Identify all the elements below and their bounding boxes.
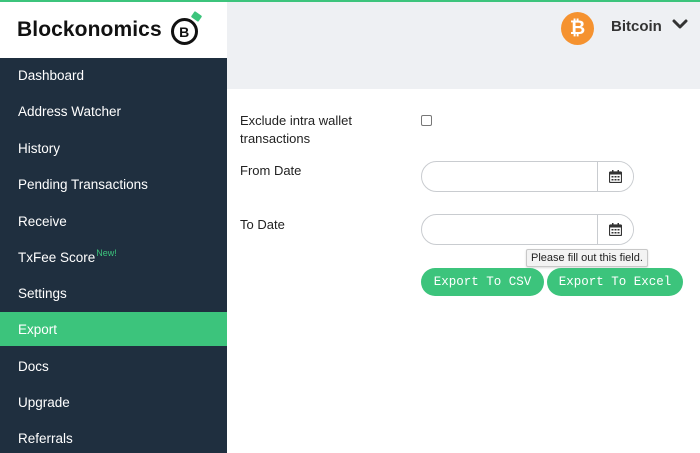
exclude-label-line1: Exclude intra wallet [240,113,352,128]
sidebar-item-settings[interactable]: Settings [0,276,227,310]
sidebar-item-label: Export [18,321,58,337]
sidebar-item-label: TxFee Score [18,249,96,265]
from-date-input[interactable] [422,162,598,191]
sidebar-item-export[interactable]: Export [0,312,227,346]
calendar-icon [609,223,622,236]
brand-logo-letter: B [170,18,198,45]
new-badge: New! [96,248,117,258]
export-excel-button[interactable]: Export To Excel [547,268,683,296]
chevron-down-icon[interactable] [672,17,688,31]
sidebar-item-label: Docs [18,358,49,374]
from-date-label: From Date [240,163,302,178]
sidebar-item-upgrade[interactable]: Upgrade [0,385,227,419]
sidebar-item-label: Receive [18,213,67,229]
from-date-picker-button[interactable] [597,162,633,191]
validation-tooltip: Please fill out this field. [526,249,648,267]
to-date-label: To Date [240,217,285,232]
sidebar-item-receive[interactable]: Receive [0,204,227,238]
sidebar-item-dashboard[interactable]: Dashboard [0,58,227,92]
exclude-label-line2: transactions [240,131,311,146]
content-header-strip [227,58,700,89]
sidebar-item-txfee-score[interactable]: TxFee Score New! [0,240,227,274]
to-date-input[interactable] [422,215,598,244]
currency-selector-label[interactable]: Bitcoin [611,18,662,35]
sidebar-item-label: Pending Transactions [18,176,148,192]
top-bar: ₿ Bitcoin [227,2,700,58]
sidebar: Dashboard Address Watcher History Pendin… [0,58,227,453]
brand-header[interactable]: Blockonomics B [0,2,227,58]
sidebar-item-address-watcher[interactable]: Address Watcher [0,94,227,128]
sidebar-item-label: Settings [18,285,67,301]
export-csv-button[interactable]: Export To CSV [421,268,544,296]
brand-logo-icon: B [170,11,202,46]
sidebar-item-label: Upgrade [18,394,70,410]
sidebar-item-label: Address Watcher [18,103,122,119]
sidebar-item-history[interactable]: History [0,131,227,165]
from-date-group [421,161,634,192]
bitcoin-icon[interactable]: ₿ [561,12,594,45]
sidebar-item-label: Referrals [18,430,73,446]
exclude-intra-wallet-label: Exclude intra wallet transactions [240,112,352,148]
sidebar-item-pending-transactions[interactable]: Pending Transactions [0,167,227,201]
sidebar-item-referrals[interactable]: Referrals [0,421,227,453]
calendar-icon [609,170,622,183]
sidebar-item-docs[interactable]: Docs [0,349,227,383]
to-date-group [421,214,634,245]
to-date-picker-button[interactable] [597,215,633,244]
sidebar-item-label: History [18,140,61,156]
brand-name: Blockonomics [17,18,162,41]
exclude-intra-wallet-checkbox[interactable] [421,115,432,126]
sidebar-item-label: Dashboard [18,67,85,83]
